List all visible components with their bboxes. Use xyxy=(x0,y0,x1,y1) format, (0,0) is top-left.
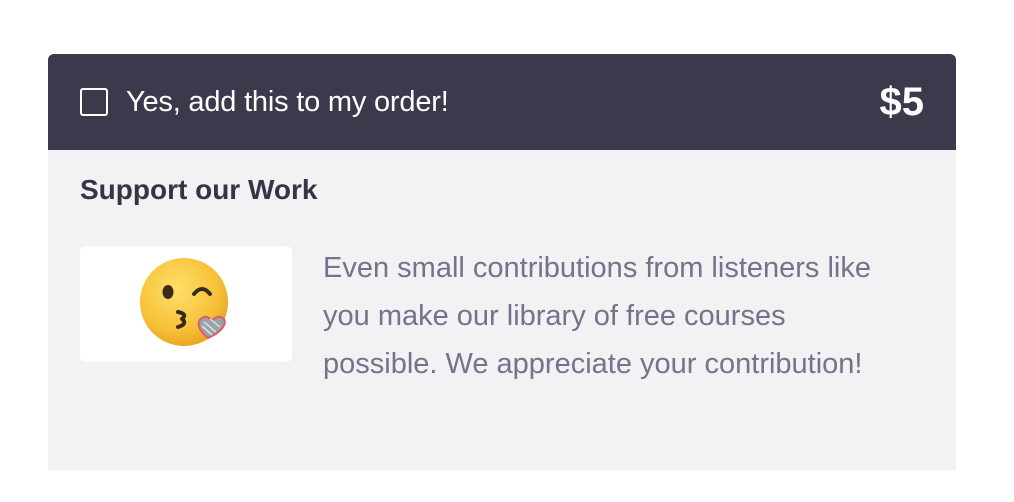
section-title: Support our Work xyxy=(80,174,318,205)
support-description: Even small contributions from listeners … xyxy=(323,252,871,380)
kissing-face-with-heart-icon xyxy=(140,258,228,346)
add-to-order-label[interactable]: Yes, add this to my order! xyxy=(126,86,449,119)
content-row: Even small contributions from listeners … xyxy=(80,246,924,388)
add-to-order-checkbox[interactable] xyxy=(80,88,108,116)
emoji-image-box xyxy=(80,246,292,362)
card-header: Yes, add this to my order! $5 xyxy=(48,54,956,150)
price-label: $5 xyxy=(879,79,925,124)
add-to-order-toggle[interactable]: Yes, add this to my order! xyxy=(80,86,449,119)
donation-card: Yes, add this to my order! $5 Support ou… xyxy=(48,54,956,470)
card-body: Support our Work Even small contribution… xyxy=(48,150,956,388)
